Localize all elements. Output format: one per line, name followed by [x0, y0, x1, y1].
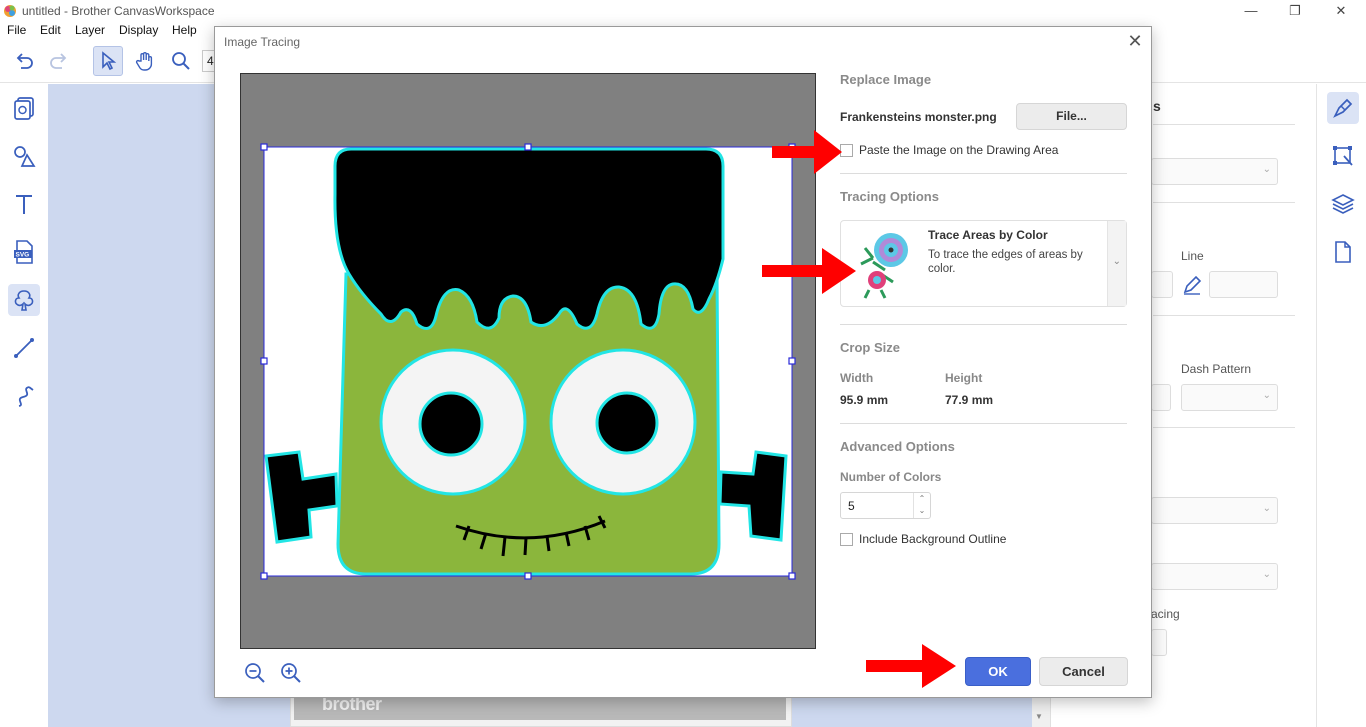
svg-text:SVG: SVG — [16, 252, 30, 259]
menu-file[interactable]: File — [7, 23, 26, 37]
background-outline-label: Include Background Outline — [859, 532, 1007, 546]
layers-icon[interactable] — [1327, 188, 1359, 220]
advanced-options-heading: Advanced Options — [840, 439, 955, 454]
traced-image-preview — [260, 143, 796, 580]
undo-icon[interactable] — [9, 46, 39, 76]
zoom-magnifier-icon[interactable] — [166, 46, 196, 76]
line-label: Line — [1181, 249, 1204, 263]
section-divider — [840, 173, 1127, 174]
select-pointer-icon[interactable] — [93, 46, 123, 76]
menu-display[interactable]: Display — [119, 23, 158, 37]
tracing-mode-title: Trace Areas by Color — [928, 228, 1048, 242]
left-tool-rail: SVG — [0, 84, 48, 727]
tracing-mode-description: To trace the edges of areas by color. — [928, 249, 1083, 275]
panel-divider — [1153, 124, 1295, 125]
annotation-arrow-icon — [762, 248, 856, 294]
shapes-icon[interactable] — [8, 140, 40, 172]
panel-heading-partial: s — [1153, 98, 1161, 114]
menu-help[interactable]: Help — [172, 23, 197, 37]
spacing-stepper[interactable] — [1151, 629, 1167, 656]
background-outline-option[interactable]: Include Background Outline — [840, 532, 1006, 546]
pen-icon[interactable] — [1181, 274, 1203, 296]
background-outline-checkbox[interactable] — [840, 532, 853, 546]
crop-size-heading: Crop Size — [840, 340, 900, 355]
right-tool-rail — [1316, 84, 1366, 727]
section-divider — [840, 324, 1127, 325]
line-color-field[interactable] — [1209, 271, 1278, 298]
app-logo-icon — [4, 5, 16, 17]
tracing-mode-select[interactable]: Trace Areas by Color To trace the edges … — [840, 220, 1127, 307]
trace-by-color-flower-icon — [860, 233, 908, 299]
chevron-down-icon[interactable]: ⌄ — [1113, 256, 1121, 267]
zoom-out-icon[interactable] — [243, 661, 267, 685]
menu-layer[interactable]: Layer — [75, 23, 105, 37]
panel-select-1[interactable]: ⌄ — [1151, 158, 1278, 185]
line-icon[interactable] — [8, 332, 40, 364]
close-window-button[interactable]: ✕ — [1318, 0, 1364, 22]
paste-image-option[interactable]: Paste the Image on the Drawing Area — [840, 143, 1058, 157]
spacing-label-partial: acing — [1151, 607, 1180, 621]
freehand-icon[interactable] — [8, 380, 40, 412]
image-preview[interactable] — [240, 73, 816, 649]
height-label: Height — [945, 371, 983, 385]
page-setup-icon[interactable] — [1327, 236, 1359, 268]
panel-divider — [1153, 427, 1295, 428]
transform-icon[interactable] — [1327, 140, 1359, 172]
dash-pattern-label: Dash Pattern — [1181, 362, 1252, 376]
page-icon[interactable] — [8, 92, 40, 124]
image-file-name: Frankensteins monster.png — [840, 110, 997, 124]
width-label: Width — [840, 371, 874, 385]
paste-image-label: Paste the Image on the Drawing Area — [859, 143, 1059, 157]
tracing-options-heading: Tracing Options — [840, 189, 939, 204]
annotation-arrow-icon — [772, 130, 842, 174]
dash-pattern-select[interactable]: ⌄ — [1181, 384, 1278, 411]
panel-divider — [1153, 202, 1295, 203]
section-divider — [840, 423, 1127, 424]
annotation-arrow-icon — [866, 644, 956, 688]
menu-edit[interactable]: Edit — [40, 23, 61, 37]
line-width-field[interactable] — [1151, 384, 1171, 411]
image-trace-icon[interactable] — [8, 284, 40, 316]
panel-divider — [1153, 315, 1295, 316]
paint-edit-icon[interactable] — [1327, 92, 1359, 124]
number-of-colors-stepper[interactable]: 5 ⌃ ⌄ — [840, 492, 931, 519]
monster-illustration — [264, 147, 788, 576]
restore-button[interactable]: ❐ — [1272, 0, 1318, 22]
panel-select-2[interactable]: ⌄ — [1151, 497, 1278, 524]
cancel-button[interactable]: Cancel — [1039, 657, 1128, 686]
text-icon[interactable] — [8, 188, 40, 220]
title-bar: untitled - Brother CanvasWorkspace — ❐ ✕ — [0, 0, 1366, 22]
pan-hand-icon[interactable] — [130, 46, 160, 76]
dialog-title: Image Tracing — [224, 35, 301, 49]
minimize-button[interactable]: — — [1228, 0, 1274, 22]
ok-button[interactable]: OK — [965, 657, 1031, 686]
window-title: untitled - Brother CanvasWorkspace — [22, 4, 215, 18]
panel-select-3[interactable]: ⌄ — [1151, 563, 1278, 590]
number-of-colors-label: Number of Colors — [840, 470, 942, 484]
replace-image-heading: Replace Image — [840, 72, 932, 87]
dialog-close-button[interactable]: ✕ — [1125, 31, 1145, 51]
file-browse-button[interactable]: File... — [1016, 103, 1127, 130]
height-value: 77.9 mm — [945, 393, 994, 407]
width-value: 95.9 mm — [840, 393, 889, 407]
number-of-colors-value[interactable]: 5 — [848, 499, 855, 513]
fill-color-field[interactable] — [1151, 271, 1173, 298]
scroll-down-arrow-icon[interactable]: ▼ — [1035, 712, 1043, 721]
redo-icon[interactable] — [44, 46, 74, 76]
stepper-arrows-icon[interactable]: ⌃ ⌄ — [913, 493, 930, 518]
image-tracing-dialog: Image Tracing ✕ Replace Image Frankenste… — [214, 26, 1152, 698]
svg-file-icon[interactable]: SVG — [8, 236, 40, 268]
zoom-in-icon[interactable] — [279, 661, 303, 685]
